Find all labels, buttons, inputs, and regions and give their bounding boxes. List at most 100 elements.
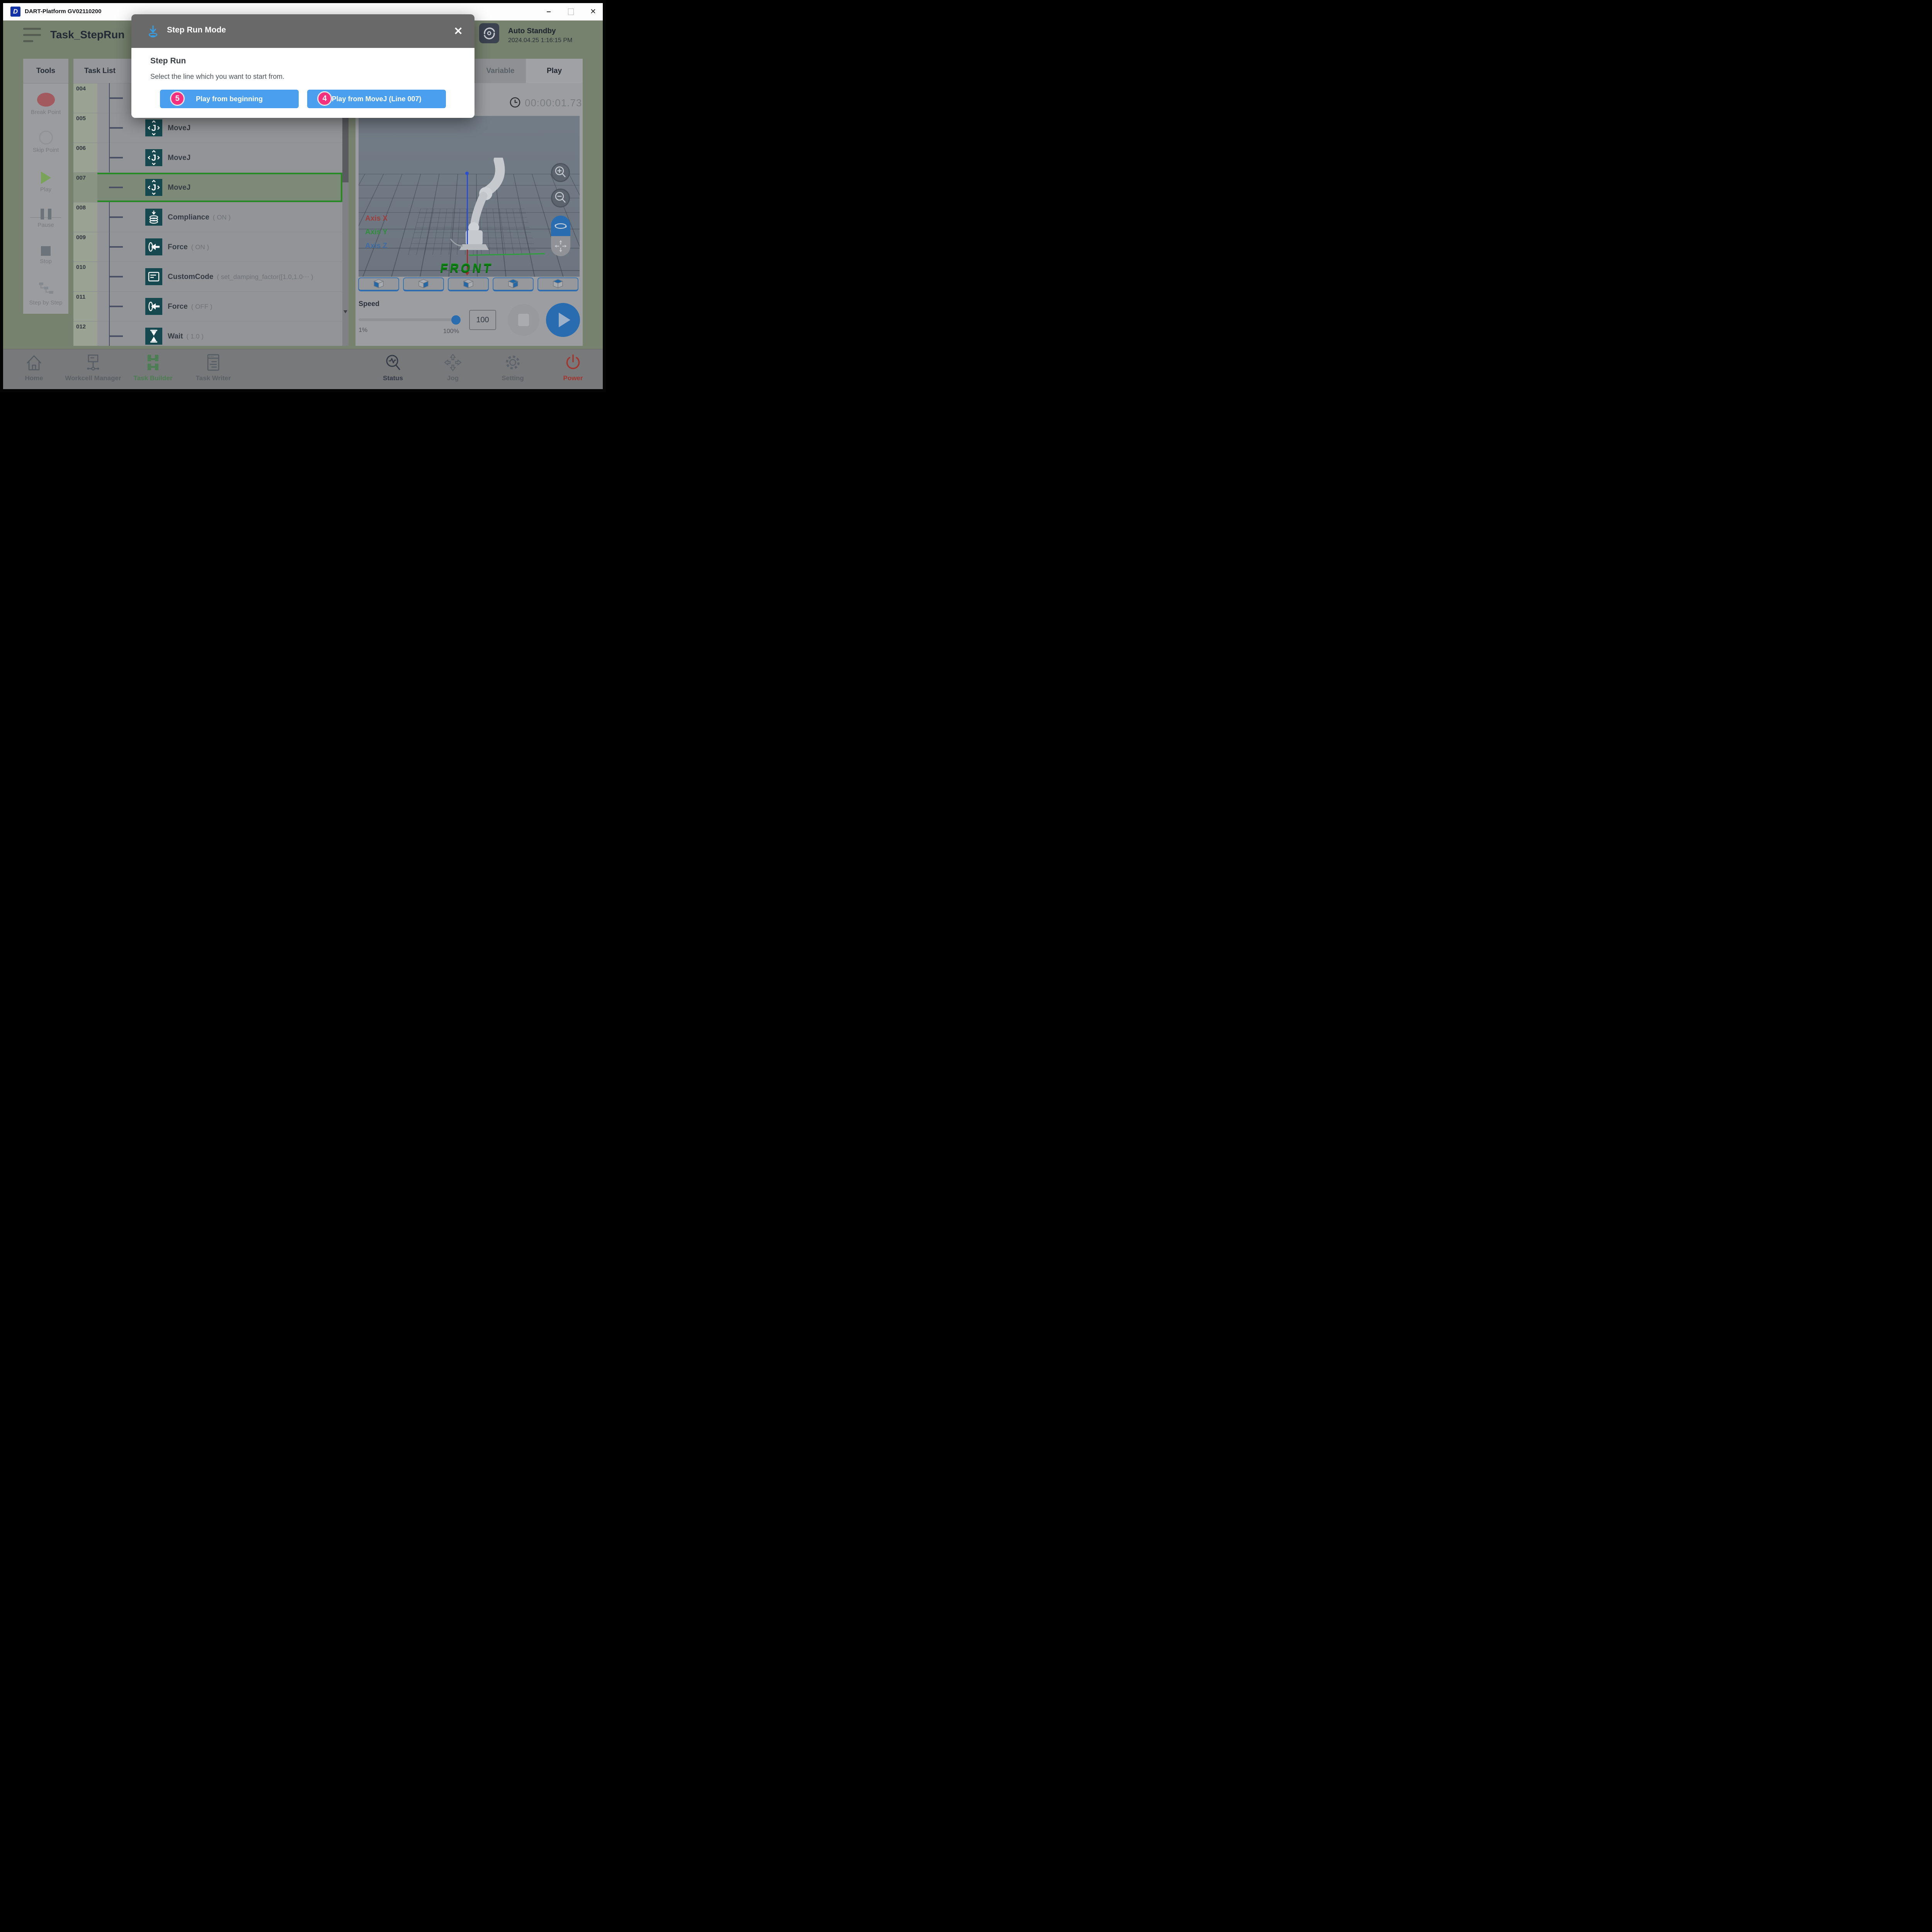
nav-status[interactable]: Status (364, 352, 422, 382)
command-label: Force (168, 303, 188, 311)
tree-branch (109, 127, 123, 129)
dialog-body: Step Run Select the line which you want … (131, 48, 474, 118)
task-row-011[interactable]: 011 Force( OFF ) (73, 291, 342, 321)
command-param: ( ON ) (191, 243, 209, 251)
speed-value-input[interactable]: 100 (469, 310, 496, 330)
robot-mode-icon[interactable] (479, 23, 499, 43)
zoom-in-button[interactable] (551, 163, 570, 182)
workcell-manager-icon (82, 352, 104, 373)
view-top-button[interactable] (537, 277, 578, 291)
timer-clock-icon (510, 97, 520, 108)
tab-play[interactable]: Play (526, 59, 583, 83)
tools-header: Tools (23, 59, 68, 83)
run-timer: 00:00:01.73 (525, 97, 582, 109)
svg-text:J: J (151, 153, 156, 163)
tree-branch (109, 335, 123, 337)
robot-3d-viewer[interactable]: Axis X Axis Y Axis Z FRONT (359, 116, 580, 277)
tool-pause[interactable]: Pause (23, 209, 68, 228)
wait-icon (145, 328, 162, 345)
view-left-button[interactable] (448, 277, 489, 291)
front-view-label: FRONT (415, 261, 518, 275)
task-list-scrollbar[interactable] (342, 83, 349, 346)
speed-slider-track[interactable] (359, 318, 460, 321)
task-row-008[interactable]: 008 Compliance( ON ) (73, 202, 342, 232)
nav-home[interactable]: Home (5, 352, 63, 382)
tool-play[interactable]: Play (23, 172, 68, 193)
view-right-button[interactable] (403, 277, 444, 291)
tool-skip-point[interactable]: Skip Point (23, 131, 68, 153)
line-number: 009 (73, 232, 97, 262)
window-title: DART-Platform GV02110200 (25, 8, 101, 15)
jog-icon (442, 352, 464, 373)
maximize-icon (568, 9, 574, 15)
close-dialog-button[interactable]: ✕ (451, 24, 466, 39)
force-icon (145, 298, 162, 315)
command-label: CustomCode (168, 273, 213, 281)
menu-hamburger-button[interactable] (23, 28, 41, 43)
command-param: ( ON ) (213, 214, 231, 221)
tree-branch (109, 246, 123, 248)
command-label: MoveJ (168, 154, 190, 162)
command-param: ( set_damping_factor([1.0,1.0⋯ ) (217, 273, 313, 281)
zoom-out-icon (552, 190, 569, 206)
speed-max-label: 100% (443, 328, 459, 335)
movej-icon: J (145, 179, 162, 196)
nav-workcell-manager[interactable]: Workcell Manager (64, 352, 122, 382)
task-row-009[interactable]: 009 Force( ON ) (73, 232, 342, 262)
compliance-icon (145, 209, 162, 226)
tool-break-point[interactable]: Break Point (23, 93, 68, 116)
task-list-body: 004 005 J MoveJ 006 J (73, 83, 349, 346)
nav-setting[interactable]: Setting (484, 352, 542, 382)
tab-variable[interactable]: Variable (475, 59, 526, 83)
bottom-nav: Home Workcell Manager Task Builder (3, 349, 603, 389)
view-front-button[interactable] (358, 277, 399, 291)
cube-iso-icon (507, 278, 520, 290)
force-icon (145, 238, 162, 255)
play-run-button[interactable] (546, 303, 580, 337)
task-row-012[interactable]: 012 Wait( 1.0 ) (73, 321, 342, 346)
tutorial-badge-4: 4 (317, 91, 332, 106)
line-number: 008 (73, 202, 97, 232)
stop-run-button[interactable] (508, 304, 539, 336)
scroll-down-icon[interactable] (344, 310, 347, 313)
play-from-beginning-button[interactable]: 5 Play from beginning (160, 90, 299, 108)
tutorial-badge-5: 5 (170, 91, 185, 106)
nav-task-builder[interactable]: Task Builder (124, 352, 182, 382)
cube-left-icon (462, 278, 475, 290)
svg-text:J: J (151, 123, 156, 133)
play-panel: 00:00:01.73 Axis X Axis Y Axis Z FRONT (355, 83, 583, 346)
home-icon (23, 352, 45, 373)
pan-view-button[interactable] (551, 236, 570, 256)
step-run-download-icon (147, 24, 159, 38)
view-iso-button[interactable] (493, 277, 534, 291)
maximize-button[interactable] (562, 3, 579, 20)
task-row-007-selected[interactable]: 007 J MoveJ (73, 172, 342, 202)
app-window: D DART-Platform GV02110200 – ✕ Task_Step… (3, 3, 603, 389)
tools-panel: Tools Break Point Skip Point Play Pause … (23, 59, 68, 314)
tool-stop[interactable]: Stop (23, 246, 68, 265)
command-label: Wait (168, 332, 183, 340)
close-window-button[interactable]: ✕ (585, 3, 602, 20)
rotate-view-button[interactable] (551, 216, 570, 236)
speed-slider-thumb[interactable] (451, 315, 461, 325)
task-row-006[interactable]: 006 J MoveJ (73, 143, 342, 172)
movej-icon: J (145, 119, 162, 136)
play-from-movej-line007-button[interactable]: 4 Play from MoveJ (Line 007) (307, 90, 446, 108)
scrollbar-thumb[interactable] (342, 113, 349, 182)
task-row-010[interactable]: 010 CustomCode( set_damping_factor([1.0,… (73, 262, 342, 291)
nav-power[interactable]: Power (544, 352, 602, 382)
zoom-out-button[interactable] (551, 189, 570, 207)
dialog-header: Step Run Mode ✕ (131, 14, 474, 48)
tree-branch (109, 187, 123, 188)
step-run-mode-dialog: Step Run Mode ✕ Step Run Select the line… (131, 14, 474, 118)
nav-jog[interactable]: Jog (424, 352, 482, 382)
speed-label: Speed (359, 300, 379, 308)
minimize-button[interactable]: – (540, 3, 557, 20)
step-by-step-icon (37, 281, 54, 295)
tree-branch (109, 216, 123, 218)
skip-point-icon (39, 131, 53, 145)
command-label: Force (168, 243, 188, 251)
nav-task-writer[interactable]: Task Writer (184, 352, 242, 382)
tool-step-by-step[interactable]: Step by Step (23, 281, 68, 306)
svg-text:J: J (151, 182, 156, 192)
